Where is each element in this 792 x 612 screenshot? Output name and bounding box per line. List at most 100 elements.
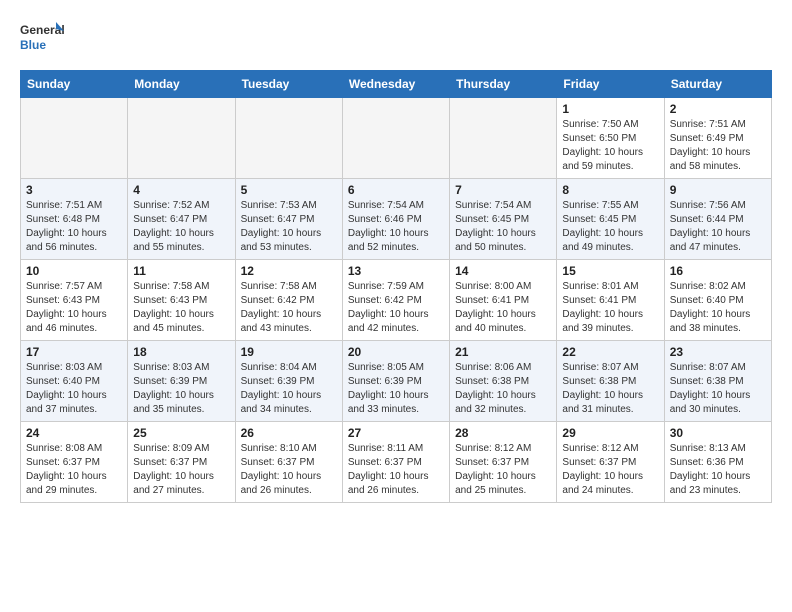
day-info: Sunrise: 7:57 AM Sunset: 6:43 PM Dayligh… — [26, 280, 122, 336]
calendar-cell: 16 Sunrise: 8:02 AM Sunset: 6:40 PM Dayli… — [664, 260, 771, 341]
day-number: 28 — [455, 426, 551, 440]
day-info: Sunrise: 8:11 AM Sunset: 6:37 PM Dayligh… — [348, 442, 444, 498]
day-number: 22 — [562, 345, 658, 359]
calendar-cell — [235, 98, 342, 179]
day-info: Sunrise: 7:51 AM Sunset: 6:48 PM Dayligh… — [26, 199, 122, 255]
day-info: Sunrise: 7:50 AM Sunset: 6:50 PM Dayligh… — [562, 118, 658, 174]
calendar-cell — [450, 98, 557, 179]
day-number: 23 — [670, 345, 766, 359]
day-info: Sunrise: 8:04 AM Sunset: 6:39 PM Dayligh… — [241, 361, 337, 417]
svg-text:Blue: Blue — [20, 38, 46, 52]
day-number: 16 — [670, 264, 766, 278]
calendar-cell: 19 Sunrise: 8:04 AM Sunset: 6:39 PM Dayli… — [235, 341, 342, 422]
calendar-cell: 11 Sunrise: 7:58 AM Sunset: 6:43 PM Dayli… — [128, 260, 235, 341]
calendar-header-row: SundayMondayTuesdayWednesdayThursdayFrid… — [21, 71, 772, 98]
calendar-cell: 30Sunrise: 8:13 AM Sunset: 6:36 PM Dayli… — [664, 422, 771, 503]
day-info: Sunrise: 7:59 AM Sunset: 6:42 PM Dayligh… — [348, 280, 444, 336]
calendar-cell: 22 Sunrise: 8:07 AM Sunset: 6:38 PM Dayli… — [557, 341, 664, 422]
weekday-header-monday: Monday — [128, 71, 235, 98]
day-info: Sunrise: 8:02 AM Sunset: 6:40 PM Dayligh… — [670, 280, 766, 336]
calendar-cell: 20 Sunrise: 8:05 AM Sunset: 6:39 PM Dayli… — [342, 341, 449, 422]
day-info: Sunrise: 8:01 AM Sunset: 6:41 PM Dayligh… — [562, 280, 658, 336]
calendar-cell: 8 Sunrise: 7:55 AM Sunset: 6:45 PM Daylig… — [557, 179, 664, 260]
calendar-cell: 21 Sunrise: 8:06 AM Sunset: 6:38 PM Dayli… — [450, 341, 557, 422]
day-number: 5 — [241, 183, 337, 197]
day-number: 11 — [133, 264, 229, 278]
calendar-cell: 28 Sunrise: 8:12 AM Sunset: 6:37 PM Dayli… — [450, 422, 557, 503]
calendar-cell: 2 Sunrise: 7:51 AM Sunset: 6:49 PM Daylig… — [664, 98, 771, 179]
day-info: Sunrise: 7:53 AM Sunset: 6:47 PM Dayligh… — [241, 199, 337, 255]
day-info: Sunrise: 7:54 AM Sunset: 6:45 PM Dayligh… — [455, 199, 551, 255]
page: General Blue SundayMondayTuesdayWednesda… — [0, 0, 792, 519]
day-number: 21 — [455, 345, 551, 359]
calendar-cell: 10 Sunrise: 7:57 AM Sunset: 6:43 PM Dayli… — [21, 260, 128, 341]
calendar-cell: 14Sunrise: 8:00 AM Sunset: 6:41 PM Dayli… — [450, 260, 557, 341]
day-info: Sunrise: 8:09 AM Sunset: 6:37 PM Dayligh… — [133, 442, 229, 498]
logo: General Blue — [20, 16, 64, 60]
calendar-cell: 23 Sunrise: 8:07 AM Sunset: 6:38 PM Dayli… — [664, 341, 771, 422]
day-number: 25 — [133, 426, 229, 440]
day-info: Sunrise: 8:03 AM Sunset: 6:39 PM Dayligh… — [133, 361, 229, 417]
day-number: 24 — [26, 426, 122, 440]
calendar-week-row: 10 Sunrise: 7:57 AM Sunset: 6:43 PM Dayli… — [21, 260, 772, 341]
day-number: 4 — [133, 183, 229, 197]
calendar-cell: 5 Sunrise: 7:53 AM Sunset: 6:47 PM Daylig… — [235, 179, 342, 260]
day-info: Sunrise: 8:12 AM Sunset: 6:37 PM Dayligh… — [455, 442, 551, 498]
day-number: 1 — [562, 102, 658, 116]
day-number: 26 — [241, 426, 337, 440]
day-number: 12 — [241, 264, 337, 278]
calendar-week-row: 1 Sunrise: 7:50 AM Sunset: 6:50 PM Daylig… — [21, 98, 772, 179]
day-number: 3 — [26, 183, 122, 197]
day-info: Sunrise: 8:07 AM Sunset: 6:38 PM Dayligh… — [670, 361, 766, 417]
day-info: Sunrise: 7:54 AM Sunset: 6:46 PM Dayligh… — [348, 199, 444, 255]
calendar-cell: 6 Sunrise: 7:54 AM Sunset: 6:46 PM Daylig… — [342, 179, 449, 260]
header: General Blue — [20, 16, 772, 60]
day-info: Sunrise: 7:58 AM Sunset: 6:43 PM Dayligh… — [133, 280, 229, 336]
calendar-cell: 13Sunrise: 7:59 AM Sunset: 6:42 PM Dayli… — [342, 260, 449, 341]
day-number: 8 — [562, 183, 658, 197]
calendar-week-row: 24 Sunrise: 8:08 AM Sunset: 6:37 PM Dayli… — [21, 422, 772, 503]
day-info: Sunrise: 7:52 AM Sunset: 6:47 PM Dayligh… — [133, 199, 229, 255]
logo-svg: General Blue — [20, 16, 64, 60]
calendar-cell: 7Sunrise: 7:54 AM Sunset: 6:45 PM Daylig… — [450, 179, 557, 260]
calendar-cell: 17Sunrise: 8:03 AM Sunset: 6:40 PM Dayli… — [21, 341, 128, 422]
calendar-cell: 12 Sunrise: 7:58 AM Sunset: 6:42 PM Dayli… — [235, 260, 342, 341]
day-info: Sunrise: 8:03 AM Sunset: 6:40 PM Dayligh… — [26, 361, 122, 417]
day-number: 15 — [562, 264, 658, 278]
day-info: Sunrise: 8:12 AM Sunset: 6:37 PM Dayligh… — [562, 442, 658, 498]
weekday-header-wednesday: Wednesday — [342, 71, 449, 98]
day-number: 6 — [348, 183, 444, 197]
calendar-cell: 29 Sunrise: 8:12 AM Sunset: 6:37 PM Dayli… — [557, 422, 664, 503]
day-number: 20 — [348, 345, 444, 359]
day-number: 18 — [133, 345, 229, 359]
day-info: Sunrise: 8:07 AM Sunset: 6:38 PM Dayligh… — [562, 361, 658, 417]
calendar-cell: 25 Sunrise: 8:09 AM Sunset: 6:37 PM Dayli… — [128, 422, 235, 503]
day-number: 27 — [348, 426, 444, 440]
calendar-cell — [21, 98, 128, 179]
calendar-cell: 26 Sunrise: 8:10 AM Sunset: 6:37 PM Dayli… — [235, 422, 342, 503]
day-info: Sunrise: 7:58 AM Sunset: 6:42 PM Dayligh… — [241, 280, 337, 336]
calendar-cell: 1 Sunrise: 7:50 AM Sunset: 6:50 PM Daylig… — [557, 98, 664, 179]
calendar-cell: 15 Sunrise: 8:01 AM Sunset: 6:41 PM Dayli… — [557, 260, 664, 341]
weekday-header-sunday: Sunday — [21, 71, 128, 98]
calendar-week-row: 17Sunrise: 8:03 AM Sunset: 6:40 PM Dayli… — [21, 341, 772, 422]
calendar-cell: 4 Sunrise: 7:52 AM Sunset: 6:47 PM Daylig… — [128, 179, 235, 260]
day-info: Sunrise: 8:06 AM Sunset: 6:38 PM Dayligh… — [455, 361, 551, 417]
day-number: 30 — [670, 426, 766, 440]
weekday-header-friday: Friday — [557, 71, 664, 98]
day-number: 19 — [241, 345, 337, 359]
day-number: 2 — [670, 102, 766, 116]
calendar-cell: 18 Sunrise: 8:03 AM Sunset: 6:39 PM Dayli… — [128, 341, 235, 422]
day-number: 29 — [562, 426, 658, 440]
calendar-cell: 9Sunrise: 7:56 AM Sunset: 6:44 PM Daylig… — [664, 179, 771, 260]
day-number: 10 — [26, 264, 122, 278]
day-info: Sunrise: 8:00 AM Sunset: 6:41 PM Dayligh… — [455, 280, 551, 336]
day-info: Sunrise: 7:55 AM Sunset: 6:45 PM Dayligh… — [562, 199, 658, 255]
day-info: Sunrise: 8:05 AM Sunset: 6:39 PM Dayligh… — [348, 361, 444, 417]
day-info: Sunrise: 8:08 AM Sunset: 6:37 PM Dayligh… — [26, 442, 122, 498]
calendar-cell — [128, 98, 235, 179]
day-info: Sunrise: 8:10 AM Sunset: 6:37 PM Dayligh… — [241, 442, 337, 498]
weekday-header-tuesday: Tuesday — [235, 71, 342, 98]
day-info: Sunrise: 7:51 AM Sunset: 6:49 PM Dayligh… — [670, 118, 766, 174]
calendar: SundayMondayTuesdayWednesdayThursdayFrid… — [20, 70, 772, 503]
